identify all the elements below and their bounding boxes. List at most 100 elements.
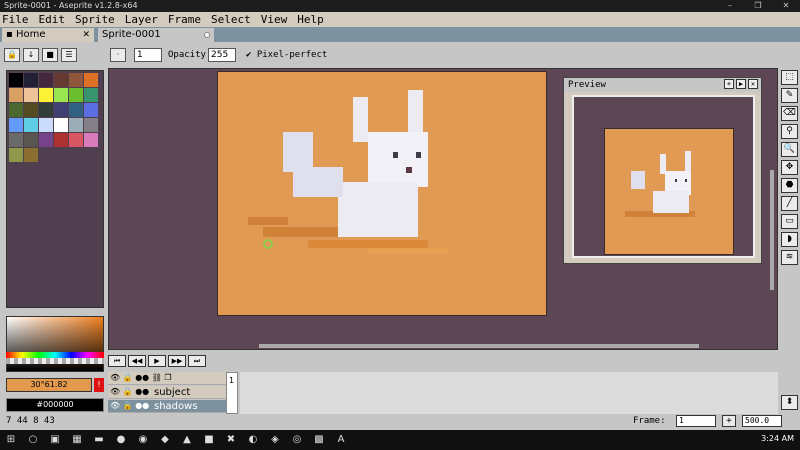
cel-area[interactable] <box>240 372 778 414</box>
menu-file[interactable]: File <box>2 13 29 26</box>
palette-swatch[interactable] <box>54 118 68 132</box>
eyedropper-tool-icon[interactable]: ⚲ <box>781 124 798 139</box>
lock-icon[interactable]: 🔒 <box>4 48 20 62</box>
menu-sprite[interactable]: Sprite <box>75 13 115 26</box>
zoom-tool-icon[interactable]: 🔍 <box>781 142 798 157</box>
app-icon[interactable]: ◐ <box>246 433 260 447</box>
first-frame-icon[interactable]: ⏮ <box>108 355 126 367</box>
app-icon[interactable]: ◎ <box>290 433 304 447</box>
fill-tool-icon[interactable]: ⬣ <box>781 178 798 193</box>
warning-icon[interactable]: ! <box>94 378 104 392</box>
next-frame-icon[interactable]: ▶▶ <box>168 355 186 367</box>
palette-swatch[interactable] <box>9 88 23 102</box>
preview-close-icon[interactable]: ✕ <box>748 79 758 89</box>
frame-column[interactable]: 1 <box>226 372 238 414</box>
palette-swatch[interactable] <box>84 73 98 87</box>
menu-select[interactable]: Select <box>211 13 251 26</box>
search-icon[interactable]: ○ <box>26 433 40 447</box>
blur-tool-icon[interactable]: ≋ <box>781 250 798 265</box>
maximize-button[interactable]: ❐ <box>744 0 772 12</box>
app-icon[interactable]: ▲ <box>180 433 194 447</box>
palette-swatch[interactable] <box>84 118 98 132</box>
brush-type-button[interactable]: · <box>110 48 126 62</box>
folder-icon[interactable]: ▬ <box>92 433 106 447</box>
palette-swatch[interactable] <box>24 118 38 132</box>
unsaved-indicator-icon[interactable] <box>204 32 210 38</box>
sprite-canvas[interactable] <box>217 71 547 316</box>
layout-toggle-icon[interactable]: ⬍ <box>781 395 798 410</box>
prev-frame-icon[interactable]: ◀◀ <box>128 355 146 367</box>
palette-swatch[interactable] <box>54 88 68 102</box>
play-icon[interactable]: ▶ <box>148 355 166 367</box>
contour-tool-icon[interactable]: ◗ <box>781 232 798 247</box>
palette-swatch[interactable] <box>24 103 38 117</box>
eraser-tool-icon[interactable]: ⌫ <box>781 106 798 121</box>
vertical-scrollbar[interactable] <box>770 170 774 290</box>
new-frame-button[interactable]: + <box>722 415 736 427</box>
palette-swatch[interactable] <box>39 103 53 117</box>
palette-swatch[interactable] <box>69 88 83 102</box>
palette-swatch[interactable] <box>69 133 83 147</box>
arrow-down-icon[interactable]: ↓ <box>23 48 39 62</box>
menu-edit[interactable]: Edit <box>39 13 66 26</box>
palette-swatch[interactable] <box>69 118 83 132</box>
palette-swatch[interactable] <box>84 133 98 147</box>
line-tool-icon[interactable]: ╱ <box>781 196 798 211</box>
layer-toggle-icons[interactable]: 👁 🔒 ●● <box>110 387 149 396</box>
rectangle-tool-icon[interactable]: ▭ <box>781 214 798 229</box>
minimize-button[interactable]: – <box>716 0 744 12</box>
preview-play-icon[interactable]: ▶ <box>736 79 746 89</box>
palette-swatch[interactable] <box>54 133 68 147</box>
palette-swatch[interactable] <box>54 103 68 117</box>
palette-swatch[interactable] <box>9 103 23 117</box>
palette-swatch[interactable] <box>54 73 68 87</box>
horizontal-scrollbar[interactable] <box>259 344 699 348</box>
menu-view[interactable]: View <box>261 13 288 26</box>
menu-help[interactable]: Help <box>297 13 324 26</box>
alpha-slider[interactable] <box>6 358 104 364</box>
palette-swatch[interactable] <box>24 88 38 102</box>
pixel-perfect-checkbox[interactable]: ✔ Pixel-perfect <box>246 48 327 62</box>
layer-header-row[interactable]: 👁 🔒 ●● ⛓ ❐ <box>108 372 226 385</box>
aseprite-taskbar-icon[interactable]: A <box>334 433 348 447</box>
windows-start-icon[interactable]: ⊞ <box>4 433 18 447</box>
palette-swatch[interactable] <box>84 88 98 102</box>
menu-frame[interactable]: Frame <box>168 13 201 26</box>
layer-toggle-icons[interactable]: 👁 🔒 ●● ⛓ ❐ <box>110 373 172 382</box>
palette-swatch[interactable] <box>24 148 38 162</box>
layer-row-shadows[interactable]: 👁 🔒 ●● shadows <box>108 400 226 413</box>
foreground-color-button[interactable]: 30°61.82 <box>6 378 92 392</box>
palette-swatch[interactable] <box>39 118 53 132</box>
opacity-input[interactable]: 255 <box>208 48 236 62</box>
app-icon[interactable]: ◆ <box>158 433 172 447</box>
app-icon[interactable]: ✖ <box>224 433 238 447</box>
palette-swatch[interactable] <box>9 148 23 162</box>
layer-toggle-icons[interactable]: 👁 🔒 ●● <box>110 401 149 410</box>
sort-icon[interactable]: ■ <box>42 48 58 62</box>
palette-swatch[interactable] <box>39 73 53 87</box>
app-icon[interactable]: ■ <box>202 433 216 447</box>
tab-sprite[interactable]: Sprite-0001 <box>98 28 214 42</box>
brush-size-input[interactable]: 1 <box>134 48 162 62</box>
menu-layer[interactable]: Layer <box>125 13 158 26</box>
close-tab-icon[interactable]: ✕ <box>82 28 90 42</box>
palette-swatch[interactable] <box>9 73 23 87</box>
background-color-button[interactable]: #000000 <box>6 398 104 412</box>
chrome-icon[interactable]: ◉ <box>136 433 150 447</box>
palette-swatch[interactable] <box>39 88 53 102</box>
marquee-tool-icon[interactable]: ⬚ <box>781 70 798 85</box>
palette-menu-icon[interactable]: ☰ <box>61 48 77 62</box>
last-frame-icon[interactable]: ⏭ <box>188 355 206 367</box>
app-icon[interactable]: ▩ <box>312 433 326 447</box>
palette-swatch[interactable] <box>9 133 23 147</box>
task-view-icon[interactable]: ▣ <box>48 433 62 447</box>
pencil-tool-icon[interactable]: ✎ <box>781 88 798 103</box>
store-icon[interactable]: ▦ <box>70 433 84 447</box>
close-window-button[interactable]: ✕ <box>772 0 800 12</box>
palette-swatch[interactable] <box>69 103 83 117</box>
move-tool-icon[interactable]: ✥ <box>781 160 798 175</box>
palette-swatch[interactable] <box>9 118 23 132</box>
layer-row-subject[interactable]: 👁 🔒 ●● subject <box>108 386 226 399</box>
palette-swatch[interactable] <box>84 103 98 117</box>
tab-home[interactable]: ▪ Home ✕ <box>2 28 94 42</box>
